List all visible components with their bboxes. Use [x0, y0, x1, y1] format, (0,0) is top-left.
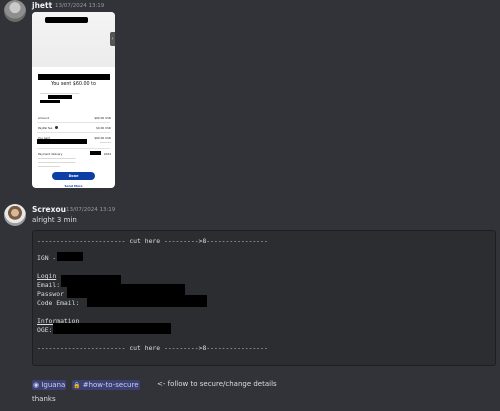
login-header: Login — [37, 272, 57, 280]
password-line: Passwor — [37, 290, 64, 298]
avatar[interactable] — [4, 0, 26, 22]
oge-line: OGE: — [37, 326, 53, 334]
avatar-mini-icon: ◉ — [33, 381, 40, 389]
message-timestamp: 13/07/2024 13:19 — [66, 207, 116, 213]
divider — [37, 122, 110, 123]
mention-username: Iguana — [41, 381, 66, 389]
closing-text: thanks — [32, 395, 56, 403]
user-mention[interactable]: ◉ Iguana — [32, 380, 67, 390]
cut-line-bottom: ----------------------- cut here -------… — [37, 344, 268, 352]
paid-value: $60.00 USD — [94, 136, 111, 140]
redaction — [48, 95, 72, 99]
mention-channel-name: #how-to-secure — [82, 381, 139, 389]
send-more-link[interactable]: Send More — [32, 184, 115, 188]
redaction — [53, 323, 171, 334]
redaction — [57, 252, 83, 261]
cut-line-top: ----------------------- cut here -------… — [37, 237, 268, 245]
ign-line: IGN - — [37, 254, 57, 262]
amount-label: Amount — [38, 116, 49, 120]
delivery-label: Payment delivery — [38, 152, 63, 156]
amount-value: $60.00 USD — [94, 116, 111, 120]
image-attachment[interactable]: ‹ You sent $60.00 to ───────────────────… — [32, 12, 115, 188]
expand-icon[interactable]: ‹ — [110, 32, 115, 46]
lock-icon: 🔒 — [73, 382, 81, 389]
redaction — [37, 139, 87, 144]
avatar[interactable] — [4, 204, 26, 226]
redaction — [87, 295, 207, 307]
channel-mention[interactable]: 🔒 #how-to-secure — [72, 380, 140, 390]
author-name[interactable]: Screxou — [32, 205, 66, 214]
email-line: Email: — [37, 281, 61, 289]
redaction — [38, 74, 110, 80]
info-icon[interactable] — [55, 126, 58, 129]
divider — [37, 132, 110, 133]
redaction — [45, 17, 88, 23]
paid-subvalue: ─────── — [100, 141, 111, 144]
fee-value: $0.00 USD — [96, 126, 111, 130]
divider — [37, 148, 110, 149]
code-email-line: Code Email: — [37, 299, 80, 307]
fee-label: PayPal fee — [38, 126, 53, 130]
sent-title: You sent $60.00 to — [51, 82, 96, 87]
redaction — [90, 151, 101, 155]
message-text: alright 3 min — [32, 216, 77, 224]
redaction — [40, 100, 60, 103]
follow-instruction: <- follow to secure/change details — [157, 380, 277, 388]
done-button[interactable]: Done — [52, 172, 95, 180]
author-name[interactable]: jhett — [32, 1, 52, 10]
message-timestamp: 13/07/2024 13:19 — [55, 3, 105, 9]
delivery-note: ────────────── — [38, 165, 60, 168]
code-block: ----------------------- cut here -------… — [32, 230, 496, 366]
delivery-value: 2024 — [103, 152, 111, 156]
delivery-note: ──────────────────────── — [38, 161, 76, 164]
delivery-note: ──────────────────────── — [38, 157, 76, 160]
